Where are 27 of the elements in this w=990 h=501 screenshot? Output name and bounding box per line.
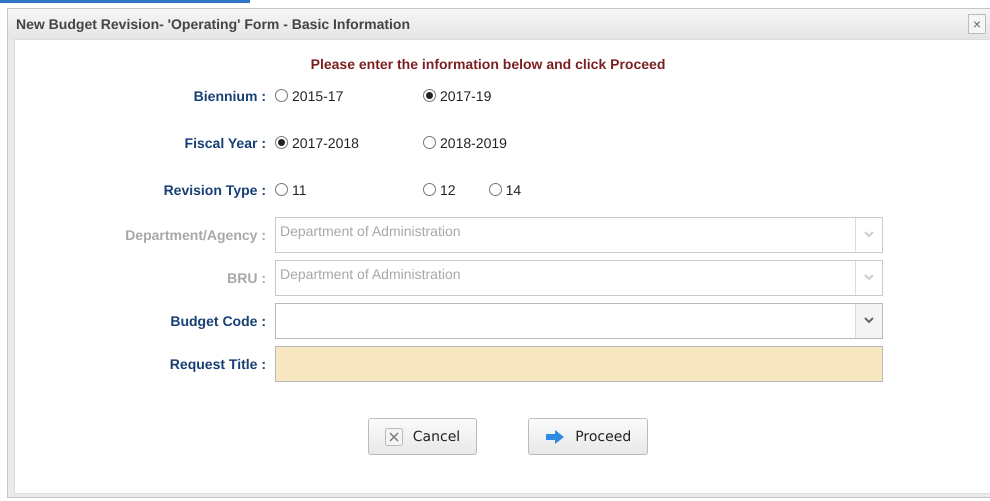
field-label: Biennium :: [192, 88, 267, 104]
field-label: Department/Agency :: [124, 226, 267, 242]
chevron-down-icon: [864, 274, 874, 281]
window-title: New Budget Revision- 'Operating' Form - Basic Information: [16, 16, 410, 32]
proceed-button[interactable]: Proceed: [528, 418, 648, 455]
radio-option[interactable]: 12: [423, 182, 456, 198]
close-button[interactable]: ×: [968, 14, 986, 34]
field-label: Fiscal Year :: [184, 134, 267, 150]
field-label: Revision Type :: [162, 182, 267, 198]
arrow-right-icon: [545, 428, 566, 444]
text-field[interactable]: [275, 346, 883, 382]
radio-option[interactable]: 2018-2019: [423, 134, 507, 150]
radio-option[interactable]: 2017-19: [423, 88, 492, 104]
cancel-button[interactable]: Cancel: [368, 418, 478, 455]
chevron-down-icon: [864, 231, 874, 238]
instruction-text: Please enter the information below and click Proceed: [310, 56, 666, 72]
field-label: Budget Code :: [169, 312, 267, 328]
radio-option[interactable]: 14: [488, 182, 522, 198]
close-icon: [384, 428, 403, 446]
radio-option[interactable]: 2017-2018: [275, 134, 390, 150]
chevron-down-icon: [864, 317, 874, 324]
radio-option[interactable]: 11: [275, 182, 390, 198]
field-label: Request Title :: [168, 356, 267, 372]
radio-option[interactable]: 2015-17: [275, 88, 390, 104]
dropdown-button[interactable]: [855, 304, 882, 338]
dropdown-field[interactable]: [275, 302, 883, 338]
field-label: BRU :: [226, 270, 267, 286]
